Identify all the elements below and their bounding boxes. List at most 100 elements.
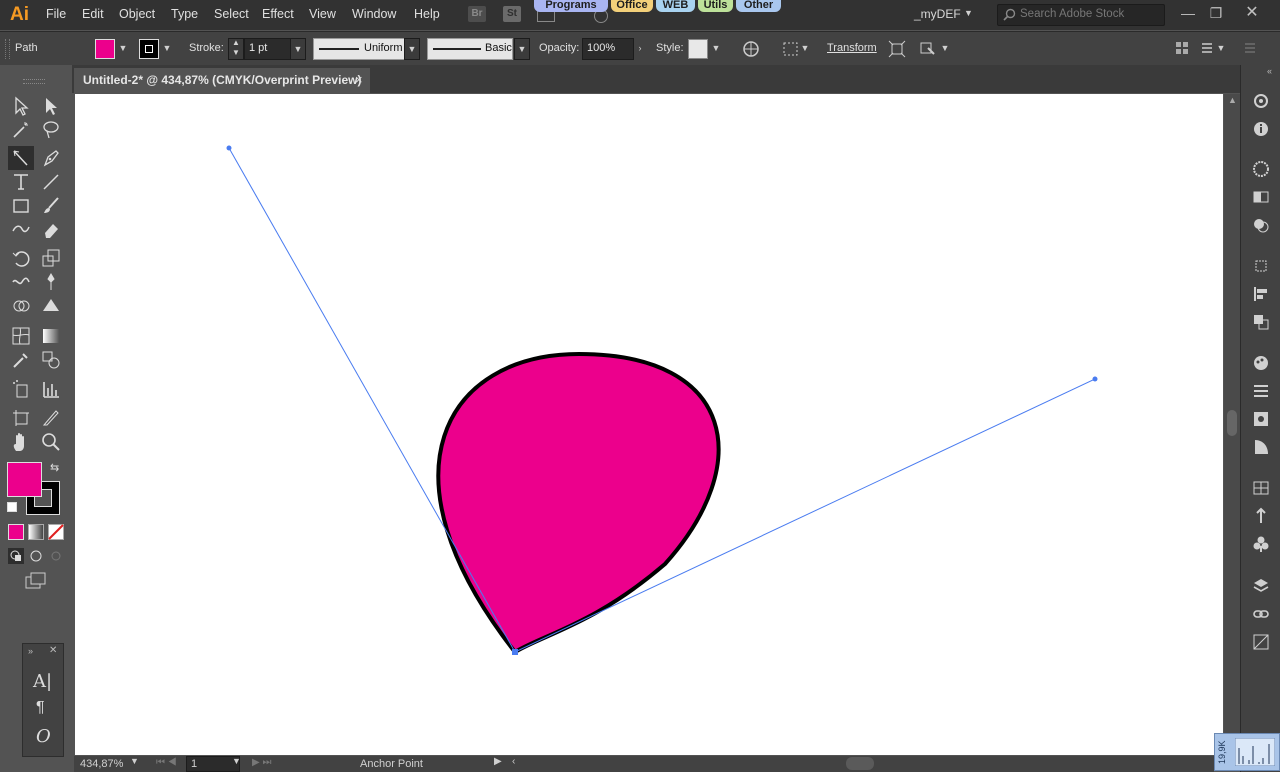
image-trace-icon[interactable] — [1252, 633, 1270, 651]
stroke-swatch[interactable] — [139, 39, 159, 59]
zoom-tool-icon[interactable] — [40, 431, 62, 453]
column-graph-tool-icon[interactable] — [40, 378, 62, 400]
arrange-panels-icon[interactable] — [1175, 41, 1189, 55]
stock-button[interactable]: St — [503, 6, 521, 22]
opentype-icon[interactable]: O — [36, 726, 51, 747]
puppet-warp-tool-icon[interactable] — [40, 271, 62, 293]
gradient-tool-icon[interactable] — [40, 325, 62, 347]
stroke-weight-dropdown[interactable]: ▼ — [290, 38, 306, 60]
status-menu-icon[interactable]: ▶ — [494, 756, 502, 767]
rotate-tool-icon[interactable] — [10, 247, 32, 269]
color-mode-icon[interactable] — [8, 524, 24, 540]
profile-dropdown[interactable]: ▼ — [404, 38, 420, 60]
eraser-tool-icon[interactable] — [40, 219, 62, 241]
magic-wand-tool-icon[interactable] — [10, 119, 32, 141]
properties-icon[interactable] — [1252, 92, 1270, 110]
transparency-icon[interactable] — [1252, 438, 1270, 456]
brush-dropdown[interactable]: ▼ — [514, 38, 530, 60]
draw-inside-icon[interactable] — [29, 549, 43, 563]
swap-fill-stroke-icon[interactable]: ⇆ — [50, 461, 59, 474]
ext-tab-programs[interactable]: Programs — [534, 0, 608, 12]
workspace-switcher[interactable]: _myDEF — [914, 7, 961, 21]
paragraph-icon[interactable]: ¶ — [36, 699, 45, 717]
default-fill-stroke-icon[interactable] — [7, 502, 17, 512]
line-segment-tool-icon[interactable] — [40, 171, 62, 193]
expand-panel-icon[interactable]: » — [28, 646, 33, 656]
none-mode-icon[interactable] — [48, 524, 64, 540]
draw-mode-icon[interactable] — [49, 549, 63, 563]
transform-panel-icon[interactable] — [1252, 257, 1270, 275]
recolor-artwork-icon[interactable] — [742, 40, 760, 58]
menu-file[interactable]: File — [46, 7, 66, 21]
vertical-scrollbar[interactable]: ▲ — [1224, 94, 1240, 755]
brushes-icon[interactable] — [1252, 507, 1270, 525]
gradient-mode-icon[interactable] — [28, 524, 44, 540]
info-icon[interactable] — [1252, 120, 1270, 138]
next-artboard-icon[interactable]: ▶ ⏭ — [252, 757, 271, 768]
color-icon[interactable] — [1252, 160, 1270, 178]
hamburger-icon[interactable] — [1243, 41, 1257, 55]
swatches-icon[interactable] — [1252, 354, 1270, 372]
adobe-stock-search[interactable]: Search Adobe Stock — [997, 4, 1165, 26]
eyedropper-tool-icon[interactable] — [10, 349, 32, 371]
paintbrush-tool-icon[interactable] — [40, 195, 62, 217]
fill-color-box[interactable] — [7, 462, 42, 497]
horizontal-scroll-thumb[interactable] — [846, 757, 874, 770]
scale-tool-icon[interactable] — [40, 247, 62, 269]
artboard[interactable] — [75, 94, 1223, 755]
document-tab[interactable]: Untitled-2* @ 434,87% (CMYK/Overprint Pr… — [74, 68, 370, 93]
perspective-grid-tool-icon[interactable] — [40, 295, 62, 317]
anchor-point-tool-icon[interactable] — [10, 147, 32, 169]
menu-window[interactable]: Window — [352, 7, 396, 21]
controls-icon[interactable] — [1200, 41, 1214, 55]
direct-selection-tool-icon[interactable] — [40, 95, 62, 117]
mesh-tool-icon[interactable] — [10, 325, 32, 347]
pathfinder-icon[interactable] — [1252, 313, 1270, 331]
first-artboard-icon[interactable]: ⏮ ◀ — [156, 757, 177, 768]
close-tab-icon[interactable]: × — [355, 72, 363, 87]
artboard-dropdown[interactable]: ▼ — [232, 756, 241, 766]
artboard-tool-icon[interactable] — [10, 407, 32, 429]
zoom-dropdown[interactable]: ▼ — [130, 756, 139, 766]
close-panel-icon[interactable]: ✕ — [49, 645, 57, 656]
menu-help[interactable]: Help — [414, 7, 440, 21]
blend-tool-icon[interactable] — [40, 349, 62, 371]
ext-tab-office[interactable]: Office — [611, 0, 653, 12]
isolate-object-icon[interactable] — [888, 40, 906, 58]
fill-swatch[interactable] — [95, 39, 115, 59]
appearance-icon[interactable] — [1252, 216, 1270, 234]
width-tool-icon[interactable] — [10, 271, 32, 293]
chevron-right-icon[interactable]: › — [633, 38, 647, 58]
slice-tool-icon[interactable] — [40, 407, 62, 429]
ext-tab-other[interactable]: Other — [736, 0, 781, 12]
rectangle-tool-icon[interactable] — [10, 195, 32, 217]
selection-tool-icon[interactable] — [10, 95, 32, 117]
gradient-panel-icon[interactable] — [1252, 188, 1270, 206]
bridge-button[interactable]: Br — [468, 6, 486, 22]
opacity-field[interactable]: 100% — [582, 38, 634, 60]
symbols-icon[interactable] — [1252, 535, 1270, 553]
shape-builder-tool-icon[interactable] — [10, 295, 32, 317]
brush-definition[interactable]: Basic — [427, 38, 513, 60]
stroke-panel-icon[interactable] — [1252, 382, 1270, 400]
stroke-weight-field[interactable]: 1 pt — [244, 38, 292, 60]
libraries-icon[interactable] — [1252, 479, 1270, 497]
menu-edit[interactable]: Edit — [82, 7, 104, 21]
panel-menu-dropdown[interactable]: ▼ — [1214, 38, 1228, 58]
lasso-tool-icon[interactable] — [40, 119, 62, 141]
graphic-styles-icon[interactable] — [1252, 410, 1270, 428]
scroll-left-icon[interactable]: ‹ — [512, 756, 515, 767]
stroke-stepper[interactable]: ▲ ▼ — [228, 38, 244, 60]
menu-effect[interactable]: Effect — [262, 7, 294, 21]
variable-width-profile[interactable]: Uniform — [313, 38, 405, 60]
menu-object[interactable]: Object — [119, 7, 155, 21]
minimize-icon[interactable]: — — [1178, 3, 1198, 23]
type-tool-icon[interactable] — [10, 171, 32, 193]
collapse-right-icon[interactable]: « — [1267, 66, 1272, 76]
zoom-level[interactable]: 434,87% — [80, 758, 123, 770]
align-panel-icon[interactable] — [1252, 285, 1270, 303]
layers-icon[interactable] — [1252, 577, 1270, 595]
style-dropdown[interactable]: ▼ — [709, 38, 723, 58]
transform-link[interactable]: Transform — [827, 42, 877, 54]
restore-icon[interactable]: ❐ — [1206, 3, 1226, 23]
